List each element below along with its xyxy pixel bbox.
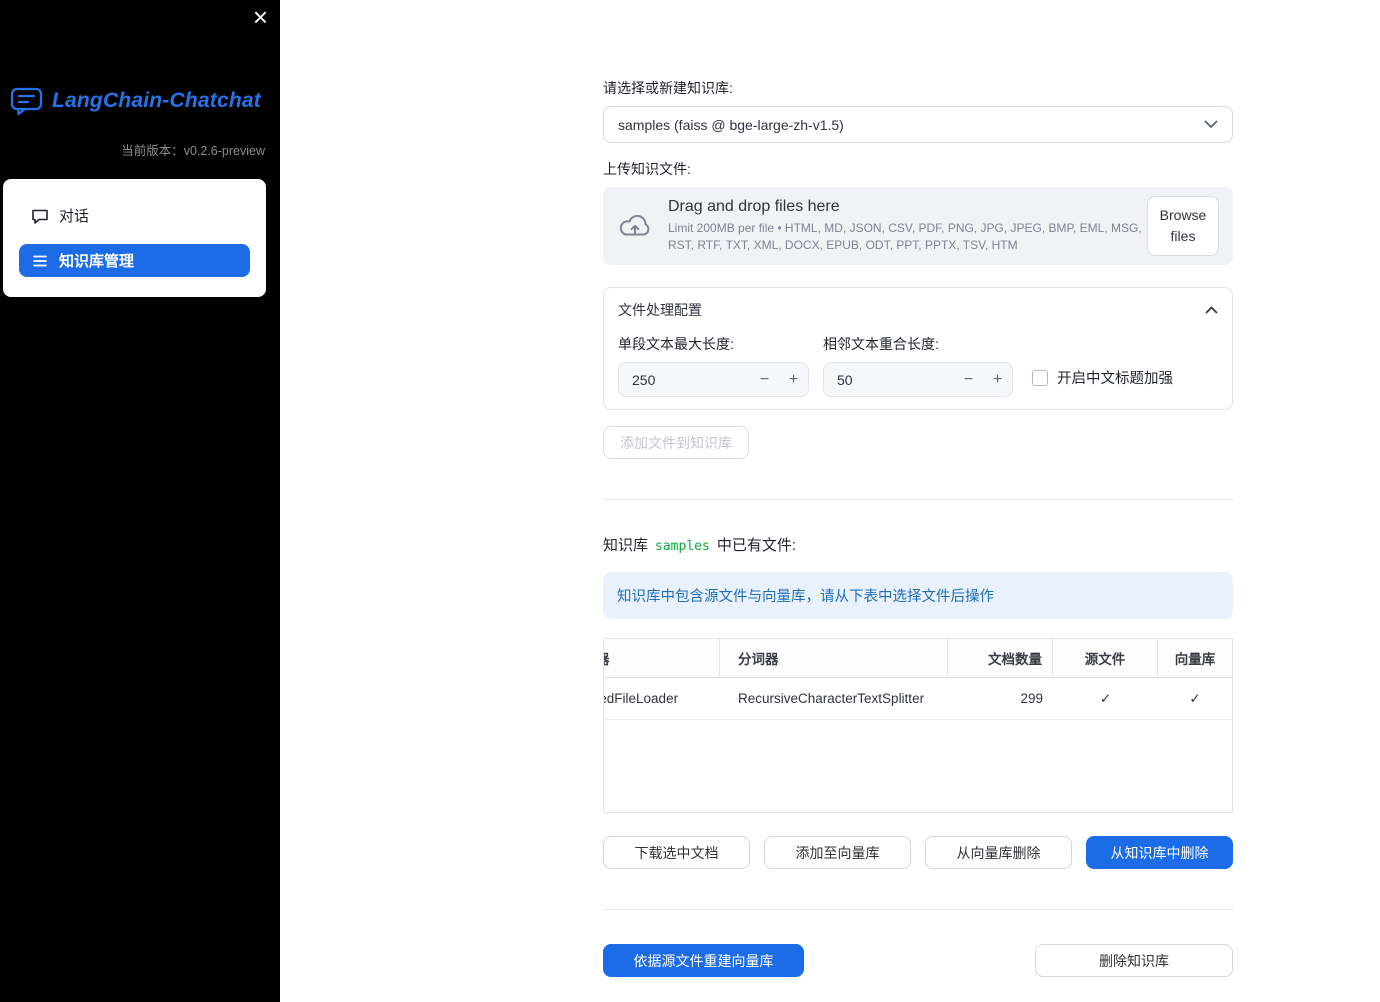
divider [603,499,1233,500]
column-header-loader[interactable]: 文档加载器 [604,639,720,677]
column-header-source-file[interactable]: 源文件 [1053,639,1158,677]
sidebar-item-label: 对话 [59,208,90,225]
cell-splitter: RecursiveCharacterTextSplitter [738,691,925,706]
table-header-row: 文档加载器 分词器 文档数量 源文件 向量库 [604,639,1232,678]
remove-from-vector-store-button[interactable]: 从向量库删除 [925,836,1072,869]
overlap-field: 相邻文本重合长度: 50 − + [823,334,1013,397]
version-label: 当前版本： [121,144,184,158]
config-fields: 单段文本最大长度: 250 − + 相邻文本重合长度: 50 − + 开启中文标… [618,334,1218,397]
zh-title-enhance-checkbox[interactable]: 开启中文标题加强 [1032,367,1173,388]
overlap-value[interactable]: 50 [824,372,954,388]
app-title: LangChain-Chatchat [52,89,261,112]
dropzone-title: Drag and drop files here [668,198,840,216]
version-value: v0.2.6-preview [183,144,265,158]
check-icon: ✓ [1099,690,1112,706]
file-actions-row: 下载选中文档 添加至向量库 从向量库删除 从知识库中删除 [603,836,1233,869]
overlap-stepper[interactable]: 50 − + [823,362,1013,397]
kb-name-code: samples [655,539,710,554]
existing-files-prefix: 知识库 [603,537,649,554]
cell-loader: UnstructuredFileLoader [604,691,679,706]
cell-vector-check: ✓ [1158,678,1232,719]
divider [603,909,1233,910]
sidebar-item-knowledge-base[interactable]: 知识库管理 [19,244,250,277]
file-dropzone[interactable]: Drag and drop files here Limit 200MB per… [603,187,1233,265]
check-icon: ✓ [1189,690,1201,706]
upload-label: 上传知识文件: [603,161,691,177]
cloud-upload-icon [617,212,653,240]
main-content: 请选择或新建知识库: samples (faiss @ bge-large-zh… [603,0,1233,977]
existing-files-suffix: 中已有文件: [716,537,796,554]
rebuild-vector-store-button[interactable]: 依据源文件重建向量库 [603,944,804,977]
file-processing-config-panel: 文件处理配置 单段文本最大长度: 250 − + 相邻文本重合长度: 50 − … [603,287,1233,410]
browse-files-button[interactable]: Browse files [1147,196,1219,256]
config-panel-title: 文件处理配置 [618,302,702,318]
plus-icon[interactable]: + [779,371,808,389]
chevron-up-icon[interactable] [1205,306,1218,314]
config-panel-header[interactable]: 文件处理配置 [618,300,1218,320]
sidebar-menu: 对话 知识库管理 [3,179,266,297]
list-icon [31,252,49,270]
existing-files-heading: 知识库 samples 中已有文件: [603,534,1233,555]
sidebar-item-label: 知识库管理 [59,253,135,270]
kb-select-value: samples (faiss @ bge-large-zh-v1.5) [618,116,844,133]
add-to-vector-store-button[interactable]: 添加至向量库 [764,836,911,869]
info-banner-text: 知识库中包含源文件与向量库，请从下表中选择文件后操作 [617,589,994,605]
kb-files-table[interactable]: 文档加载器 分词器 文档数量 源文件 向量库 UnstructuredFileL… [603,638,1233,813]
dropzone-texts: Drag and drop files here Limit 200MB per… [668,198,1147,254]
chat-bubble-logo-icon [10,86,44,116]
main-area: 请选择或新建知识库: samples (faiss @ bge-large-zh… [280,0,1380,1002]
cell-source-check: ✓ [1053,678,1158,719]
chunk-size-stepper[interactable]: 250 − + [618,362,809,397]
table-row[interactable]: UnstructuredFileLoader RecursiveCharacte… [604,678,1232,720]
kb-select[interactable]: samples (faiss @ bge-large-zh-v1.5) [603,106,1233,143]
download-selected-button[interactable]: 下载选中文档 [603,836,750,869]
column-header-splitter[interactable]: 分词器 [720,639,948,677]
add-files-to-kb-button[interactable]: 添加文件到知识库 [603,426,749,459]
sidebar-item-dialogue[interactable]: 对话 [19,199,250,232]
dropzone-hint: Limit 200MB per file • HTML, MD, JSON, C… [668,221,1142,252]
cell-doc-count: 299 [1020,691,1043,706]
chat-icon [31,207,49,225]
column-header-doc-count[interactable]: 文档数量 [948,639,1053,677]
delete-kb-button[interactable]: 删除知识库 [1035,944,1233,977]
delete-from-kb-button[interactable]: 从知识库中删除 [1086,836,1233,869]
version-info: 当前版本：v0.2.6-preview [0,140,280,159]
kb-select-label: 请选择或新建知识库: [603,80,733,96]
chunk-size-label: 单段文本最大长度: [618,336,734,352]
info-banner: 知识库中包含源文件与向量库，请从下表中选择文件后操作 [603,572,1233,619]
close-icon[interactable]: × [253,4,268,30]
minus-icon[interactable]: − [954,371,983,389]
chevron-down-icon [1204,120,1218,129]
zh-title-enhance-label[interactable]: 开启中文标题加强 [1057,367,1173,388]
chunk-size-value[interactable]: 250 [619,372,750,388]
plus-icon[interactable]: + [983,371,1012,389]
app-logo: LangChain-Chatchat [0,86,280,116]
minus-icon[interactable]: − [750,371,779,389]
chunk-size-field: 单段文本最大长度: 250 − + [618,334,809,397]
checkbox-icon[interactable] [1032,369,1048,386]
kb-management-row: 依据源文件重建向量库 删除知识库 [603,944,1233,977]
sidebar: × LangChain-Chatchat 当前版本：v0.2.6-preview… [0,0,280,1002]
column-header-vector-store[interactable]: 向量库 [1158,639,1232,677]
overlap-label: 相邻文本重合长度: [823,336,939,352]
